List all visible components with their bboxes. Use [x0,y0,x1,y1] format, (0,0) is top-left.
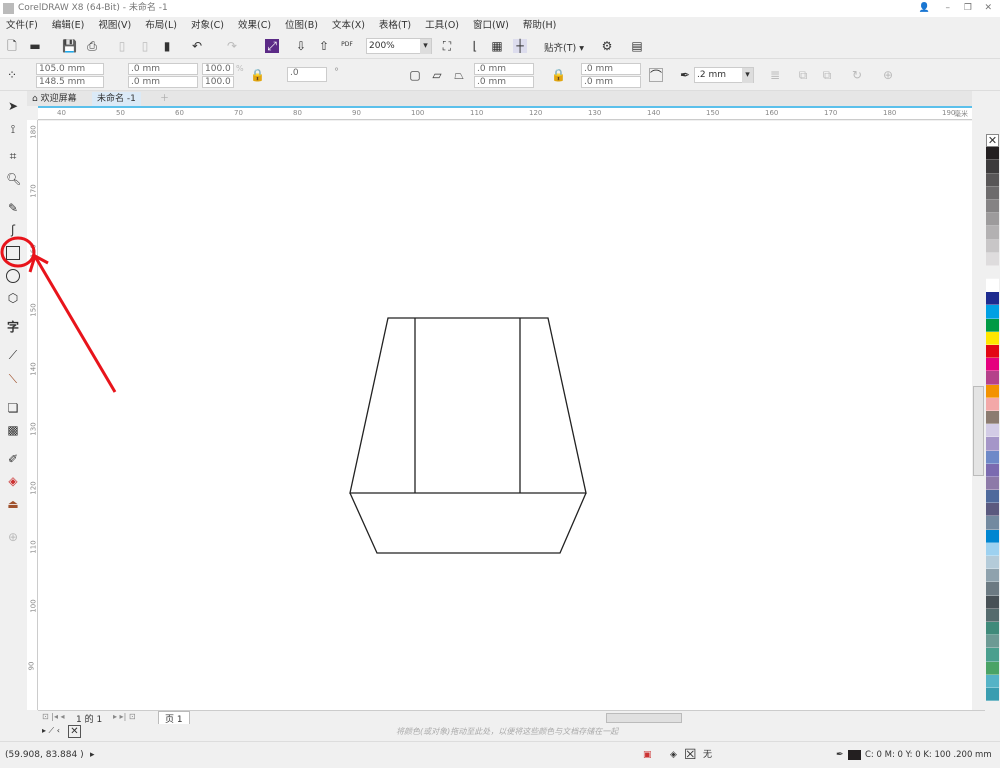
drawing-overlay [0,236,587,554]
color-swatch[interactable] [986,384,999,398]
color-swatch[interactable] [986,397,999,411]
vertical-scrollbar[interactable] [972,121,985,710]
color-swatch[interactable] [986,279,999,293]
cursor-coordinates: (59.908, 83.884 ) [5,750,84,760]
fill-icon: ◈ [670,750,677,760]
color-swatch[interactable] [986,410,999,425]
color-swatch[interactable] [986,503,999,517]
color-swatch[interactable] [986,529,999,543]
no-color-swatch[interactable]: ✕ [986,134,999,148]
color-swatch[interactable] [986,687,999,702]
color-swatch[interactable] [986,595,999,609]
no-color-swatch[interactable]: ✕ [68,725,81,738]
color-swatch[interactable] [986,331,999,345]
page-navigator: ⊡ |◂ ◂ 1 的 1 ▸ ▸| ⊡ 页 1 [38,710,985,726]
color-swatch[interactable] [986,265,999,280]
color-swatch[interactable] [986,305,999,319]
annotation-circle [0,236,36,268]
color-swatch[interactable] [986,213,999,227]
color-swatch[interactable] [986,621,999,636]
color-palette: ✕ [986,134,999,702]
color-swatch[interactable] [986,608,999,622]
color-swatch[interactable] [986,226,999,240]
color-swatch[interactable] [986,476,999,491]
docpal-arrows[interactable]: ▸ ⟋ ‹ [42,726,60,736]
vertical-scroll-thumb[interactable] [973,386,984,476]
color-swatch[interactable] [986,424,999,438]
color-swatch[interactable] [986,199,999,214]
color-swatch[interactable] [986,648,999,662]
base-shape[interactable] [349,492,587,554]
color-swatch[interactable] [986,450,999,464]
color-swatch[interactable] [986,147,999,161]
no-fill-swatch: ☒ [684,747,697,763]
color-swatch[interactable] [986,582,999,596]
color-swatch[interactable] [986,569,999,583]
color-swatch[interactable] [986,635,999,649]
outline-info: C: 0 M: 0 Y: 0 K: 100 .200 mm [865,750,992,760]
annotation-arrow [34,257,117,393]
palette-scroll-up[interactable] [986,96,999,134]
color-swatch[interactable] [986,542,999,556]
page-nav-arrows[interactable]: ⊡ |◂ ◂ [42,712,65,721]
color-swatch[interactable] [986,437,999,451]
color-swatch[interactable] [986,516,999,530]
document-palette: ▸ ⟋ ‹ ✕ 将颜色(或对象)拖动至此处，以便将这些颜色与文档存储在一起 [38,724,985,740]
color-swatch[interactable] [986,239,999,253]
color-swatch[interactable] [986,674,999,688]
color-swatch[interactable] [986,371,999,385]
outline-pen-icon: ✒ [836,750,844,760]
color-swatch[interactable] [986,252,999,266]
color-swatch[interactable] [986,292,999,306]
color-swatch[interactable] [986,661,999,675]
color-swatch[interactable] [986,358,999,372]
color-swatch[interactable] [986,160,999,174]
color-swatch[interactable] [986,556,999,570]
expand-arrow-icon[interactable]: ▸ [90,742,95,768]
color-swatch[interactable] [986,463,999,477]
page-nav-forward[interactable]: ▸ ▸| ⊡ [113,712,136,721]
color-proof-icon[interactable]: ▣ [643,742,652,768]
color-swatch[interactable] [986,490,999,504]
color-swatch[interactable] [986,186,999,200]
color-swatch[interactable] [986,345,999,359]
trapezoid-shape[interactable] [349,317,587,494]
status-bar: (59.908, 83.884 ) ▸ ▣ ◈ ☒ 无 ✒ C: 0 M: 0 … [0,741,1000,767]
horizontal-scroll-thumb[interactable] [606,713,682,723]
color-swatch[interactable] [986,173,999,187]
fill-value: 无 [703,750,713,760]
docpalette-hint: 将颜色(或对象)拖动至此处，以便将这些颜色与文档存储在一起 [396,727,619,736]
outline-color-swatch [848,750,861,760]
color-swatch[interactable] [986,318,999,332]
